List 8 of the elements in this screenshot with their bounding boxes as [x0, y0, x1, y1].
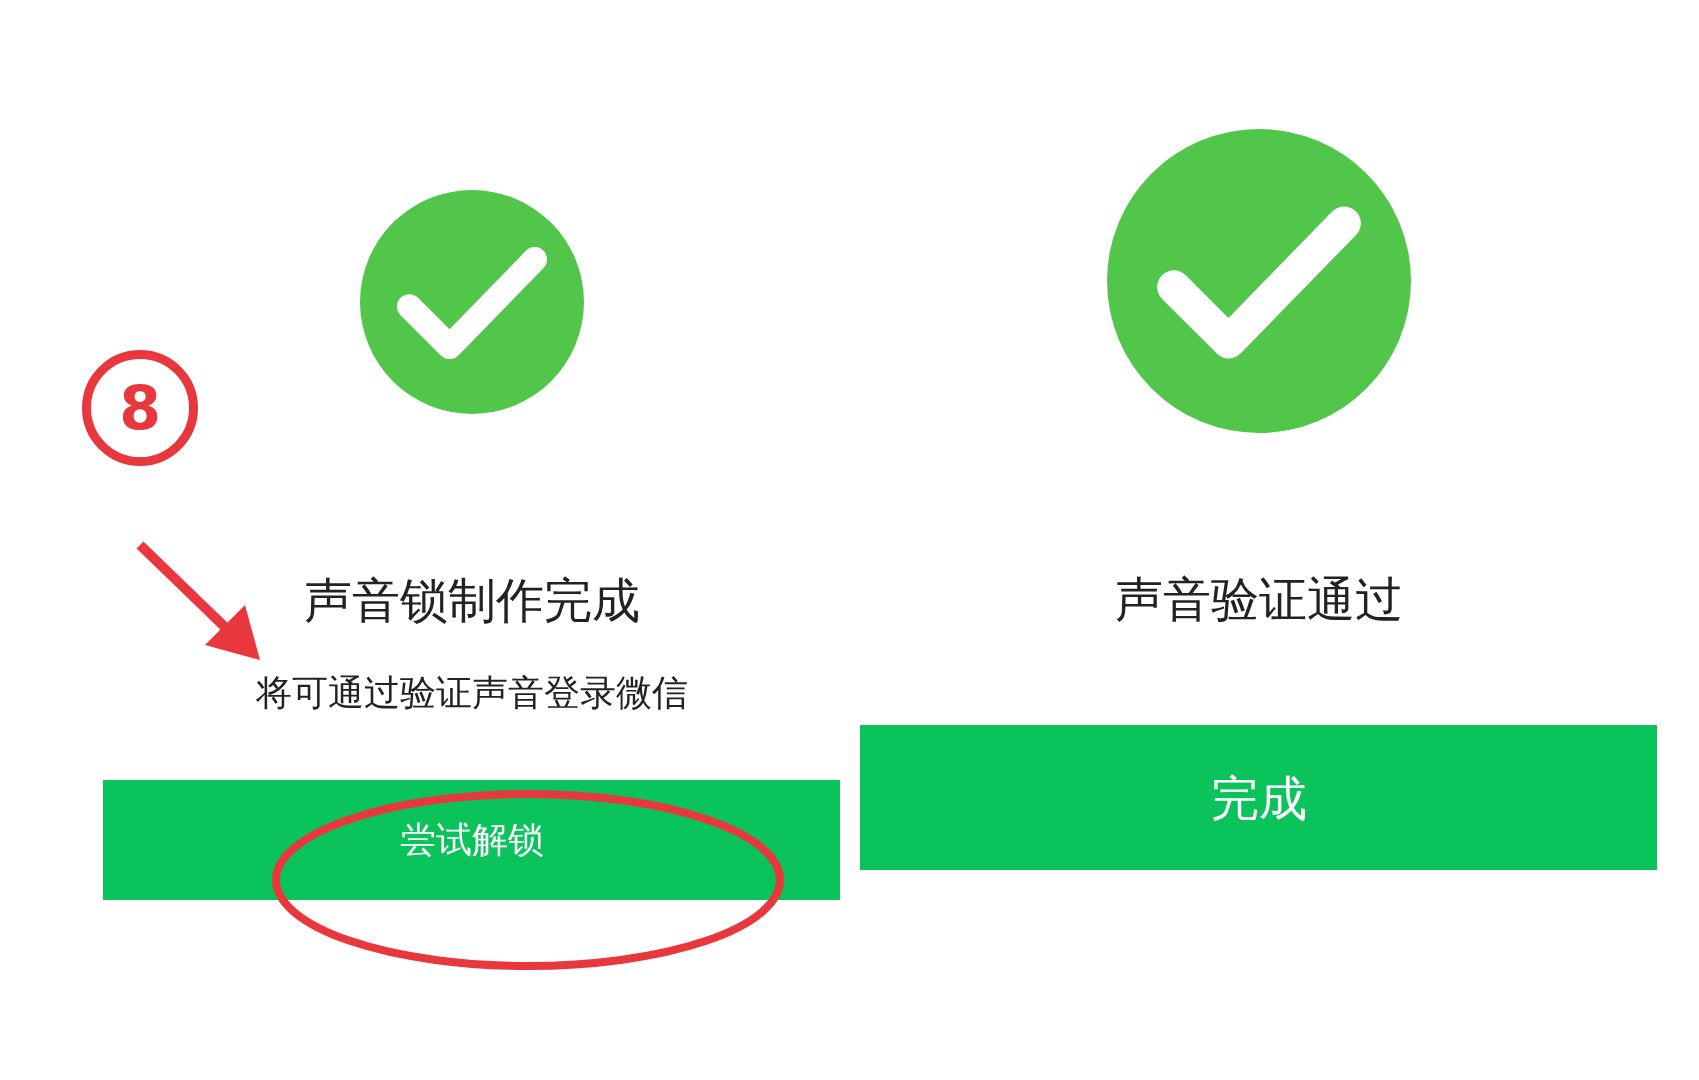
action-button[interactable]: 尝试解锁 [103, 780, 840, 900]
checkmark-icon [359, 190, 584, 414]
step-number: 8 [82, 350, 198, 466]
action-button[interactable]: 完成 [860, 725, 1657, 870]
checkmark-icon [1106, 129, 1411, 433]
screen-title: 声音锁制作完成 [303, 571, 640, 630]
screen-subtitle: 将可通过验证声音登录微信 [255, 671, 688, 715]
screen-title: 声音验证通过 [1114, 570, 1403, 629]
